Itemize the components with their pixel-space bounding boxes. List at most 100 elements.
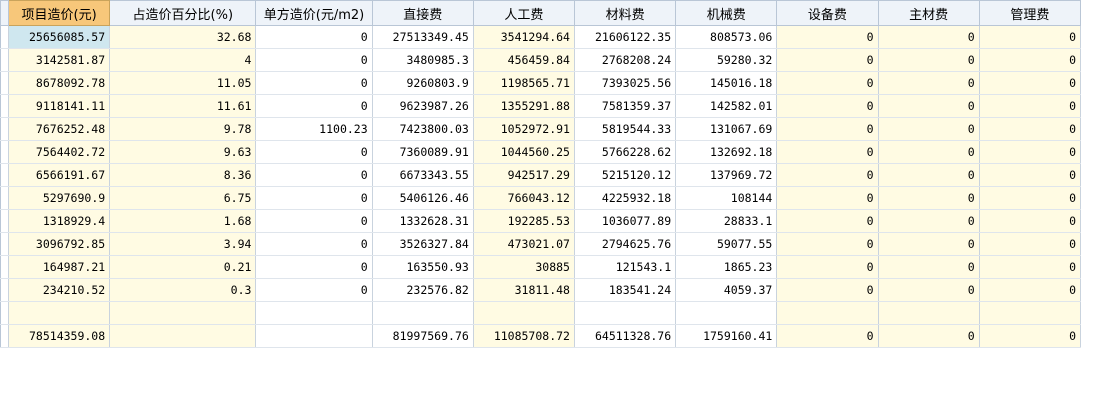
cell-main-material-cost[interactable]: 0: [878, 186, 980, 210]
cell-project-cost[interactable]: 6566191.67: [8, 163, 111, 187]
cell-management-fee[interactable]: 0: [979, 140, 1082, 164]
cell-main-material-cost[interactable]: 0: [878, 324, 980, 348]
cell-management-fee[interactable]: 0: [979, 232, 1082, 256]
cell-project-cost[interactable]: 8678092.78: [8, 71, 111, 95]
cell-equipment-cost[interactable]: 0: [776, 324, 879, 348]
cell-equipment-cost[interactable]: 0: [776, 71, 879, 95]
row-header[interactable]: [0, 255, 9, 279]
cell-labor-cost[interactable]: 30885: [473, 255, 575, 279]
cell-labor-cost[interactable]: 1044560.25: [473, 140, 575, 164]
cell-cost-percent[interactable]: 1.68: [109, 209, 257, 233]
cell-project-cost[interactable]: 5297690.9: [8, 186, 111, 210]
cell-main-material-cost[interactable]: 0: [878, 94, 980, 118]
cell-equipment-cost[interactable]: 0: [776, 186, 879, 210]
cell-direct-cost[interactable]: 7360089.91: [372, 140, 474, 164]
row-header[interactable]: [0, 209, 9, 233]
cell-machinery-cost[interactable]: 4059.37: [675, 278, 778, 302]
cell-unit-cost[interactable]: 0: [255, 25, 373, 49]
cell-project-cost[interactable]: [8, 301, 111, 325]
col-header-management-fee[interactable]: 管理费: [978, 0, 1082, 26]
cell-machinery-cost[interactable]: 1865.23: [675, 255, 778, 279]
cell-equipment-cost[interactable]: [776, 301, 879, 325]
cell-material-cost[interactable]: 5819544.33: [574, 117, 677, 141]
row-header[interactable]: [0, 25, 9, 49]
cell-cost-percent[interactable]: 9.78: [109, 117, 257, 141]
cell-project-cost[interactable]: 7676252.48: [8, 117, 111, 141]
cell-machinery-cost[interactable]: 28833.1: [675, 209, 778, 233]
cell-equipment-cost[interactable]: 0: [776, 117, 879, 141]
cell-equipment-cost[interactable]: 0: [776, 25, 879, 49]
cell-labor-cost[interactable]: 766043.12: [473, 186, 575, 210]
cell-cost-percent[interactable]: 6.75: [109, 186, 257, 210]
row-header[interactable]: [0, 71, 9, 95]
cell-unit-cost[interactable]: 0: [255, 255, 373, 279]
cell-management-fee[interactable]: [979, 301, 1082, 325]
cell-material-cost[interactable]: 7393025.56: [574, 71, 677, 95]
cell-project-cost[interactable]: 1318929.4: [8, 209, 111, 233]
cell-material-cost[interactable]: 5766228.62: [574, 140, 677, 164]
cell-machinery-cost[interactable]: 137969.72: [675, 163, 778, 187]
cell-machinery-cost[interactable]: 59280.32: [675, 48, 778, 72]
cell-equipment-cost[interactable]: 0: [776, 48, 879, 72]
cell-direct-cost[interactable]: 81997569.76: [372, 324, 474, 348]
cell-cost-percent[interactable]: 0.21: [109, 255, 257, 279]
cell-main-material-cost[interactable]: 0: [878, 71, 980, 95]
col-header-main-material-cost[interactable]: 主材费: [877, 0, 980, 26]
cell-material-cost[interactable]: 4225932.18: [574, 186, 677, 210]
col-header-labor-cost[interactable]: 人工费: [472, 0, 575, 26]
cell-management-fee[interactable]: 0: [979, 71, 1082, 95]
cell-project-cost[interactable]: 164987.21: [8, 255, 111, 279]
cell-labor-cost[interactable]: 31811.48: [473, 278, 575, 302]
cell-machinery-cost[interactable]: 142582.01: [675, 94, 778, 118]
cell-main-material-cost[interactable]: 0: [878, 278, 980, 302]
cell-main-material-cost[interactable]: 0: [878, 140, 980, 164]
col-header-cost-percent[interactable]: 占造价百分比(%): [109, 0, 257, 26]
cell-direct-cost[interactable]: 3480985.3: [372, 48, 474, 72]
cell-labor-cost[interactable]: 11085708.72: [473, 324, 575, 348]
cell-material-cost[interactable]: 121543.1: [574, 255, 677, 279]
row-header[interactable]: [0, 48, 9, 72]
cell-cost-percent[interactable]: 4: [109, 48, 257, 72]
cell-cost-percent[interactable]: 11.05: [109, 71, 257, 95]
cell-machinery-cost[interactable]: 1759160.41: [675, 324, 778, 348]
cell-cost-percent[interactable]: 11.61: [109, 94, 257, 118]
cell-project-cost[interactable]: 234210.52: [8, 278, 111, 302]
cell-equipment-cost[interactable]: 0: [776, 94, 879, 118]
cell-unit-cost[interactable]: 0: [255, 232, 373, 256]
cell-project-cost[interactable]: 3142581.87: [8, 48, 111, 72]
cell-equipment-cost[interactable]: 0: [776, 255, 879, 279]
cell-management-fee[interactable]: 0: [979, 94, 1082, 118]
cell-machinery-cost[interactable]: 145016.18: [675, 71, 778, 95]
cell-unit-cost[interactable]: 0: [255, 94, 373, 118]
cell-material-cost[interactable]: 5215120.12: [574, 163, 677, 187]
row-header[interactable]: [0, 301, 9, 325]
cell-labor-cost[interactable]: 192285.53: [473, 209, 575, 233]
cell-equipment-cost[interactable]: 0: [776, 163, 879, 187]
row-header[interactable]: [0, 232, 9, 256]
cell-unit-cost[interactable]: 0: [255, 209, 373, 233]
cell-unit-cost[interactable]: 0: [255, 163, 373, 187]
cell-management-fee[interactable]: 0: [979, 163, 1082, 187]
cell-project-cost[interactable]: 25656085.57: [8, 25, 111, 49]
cell-equipment-cost[interactable]: 0: [776, 232, 879, 256]
cell-management-fee[interactable]: 0: [979, 48, 1082, 72]
cell-direct-cost[interactable]: 9260803.9: [372, 71, 474, 95]
cell-material-cost[interactable]: 183541.24: [574, 278, 677, 302]
cell-main-material-cost[interactable]: 0: [878, 117, 980, 141]
cell-main-material-cost[interactable]: 0: [878, 25, 980, 49]
cell-direct-cost[interactable]: 3526327.84: [372, 232, 474, 256]
cell-unit-cost[interactable]: [255, 324, 373, 348]
cell-direct-cost[interactable]: 6673343.55: [372, 163, 474, 187]
cell-main-material-cost[interactable]: 0: [878, 255, 980, 279]
cell-machinery-cost[interactable]: 108144: [675, 186, 778, 210]
cell-main-material-cost[interactable]: 0: [878, 232, 980, 256]
cell-material-cost[interactable]: 7581359.37: [574, 94, 677, 118]
cell-direct-cost[interactable]: 1332628.31: [372, 209, 474, 233]
cell-main-material-cost[interactable]: 0: [878, 48, 980, 72]
cell-labor-cost[interactable]: [473, 301, 575, 325]
row-header[interactable]: [0, 324, 9, 348]
cell-labor-cost[interactable]: 942517.29: [473, 163, 575, 187]
cell-management-fee[interactable]: 0: [979, 324, 1082, 348]
cell-equipment-cost[interactable]: 0: [776, 140, 879, 164]
cell-project-cost[interactable]: 7564402.72: [8, 140, 111, 164]
